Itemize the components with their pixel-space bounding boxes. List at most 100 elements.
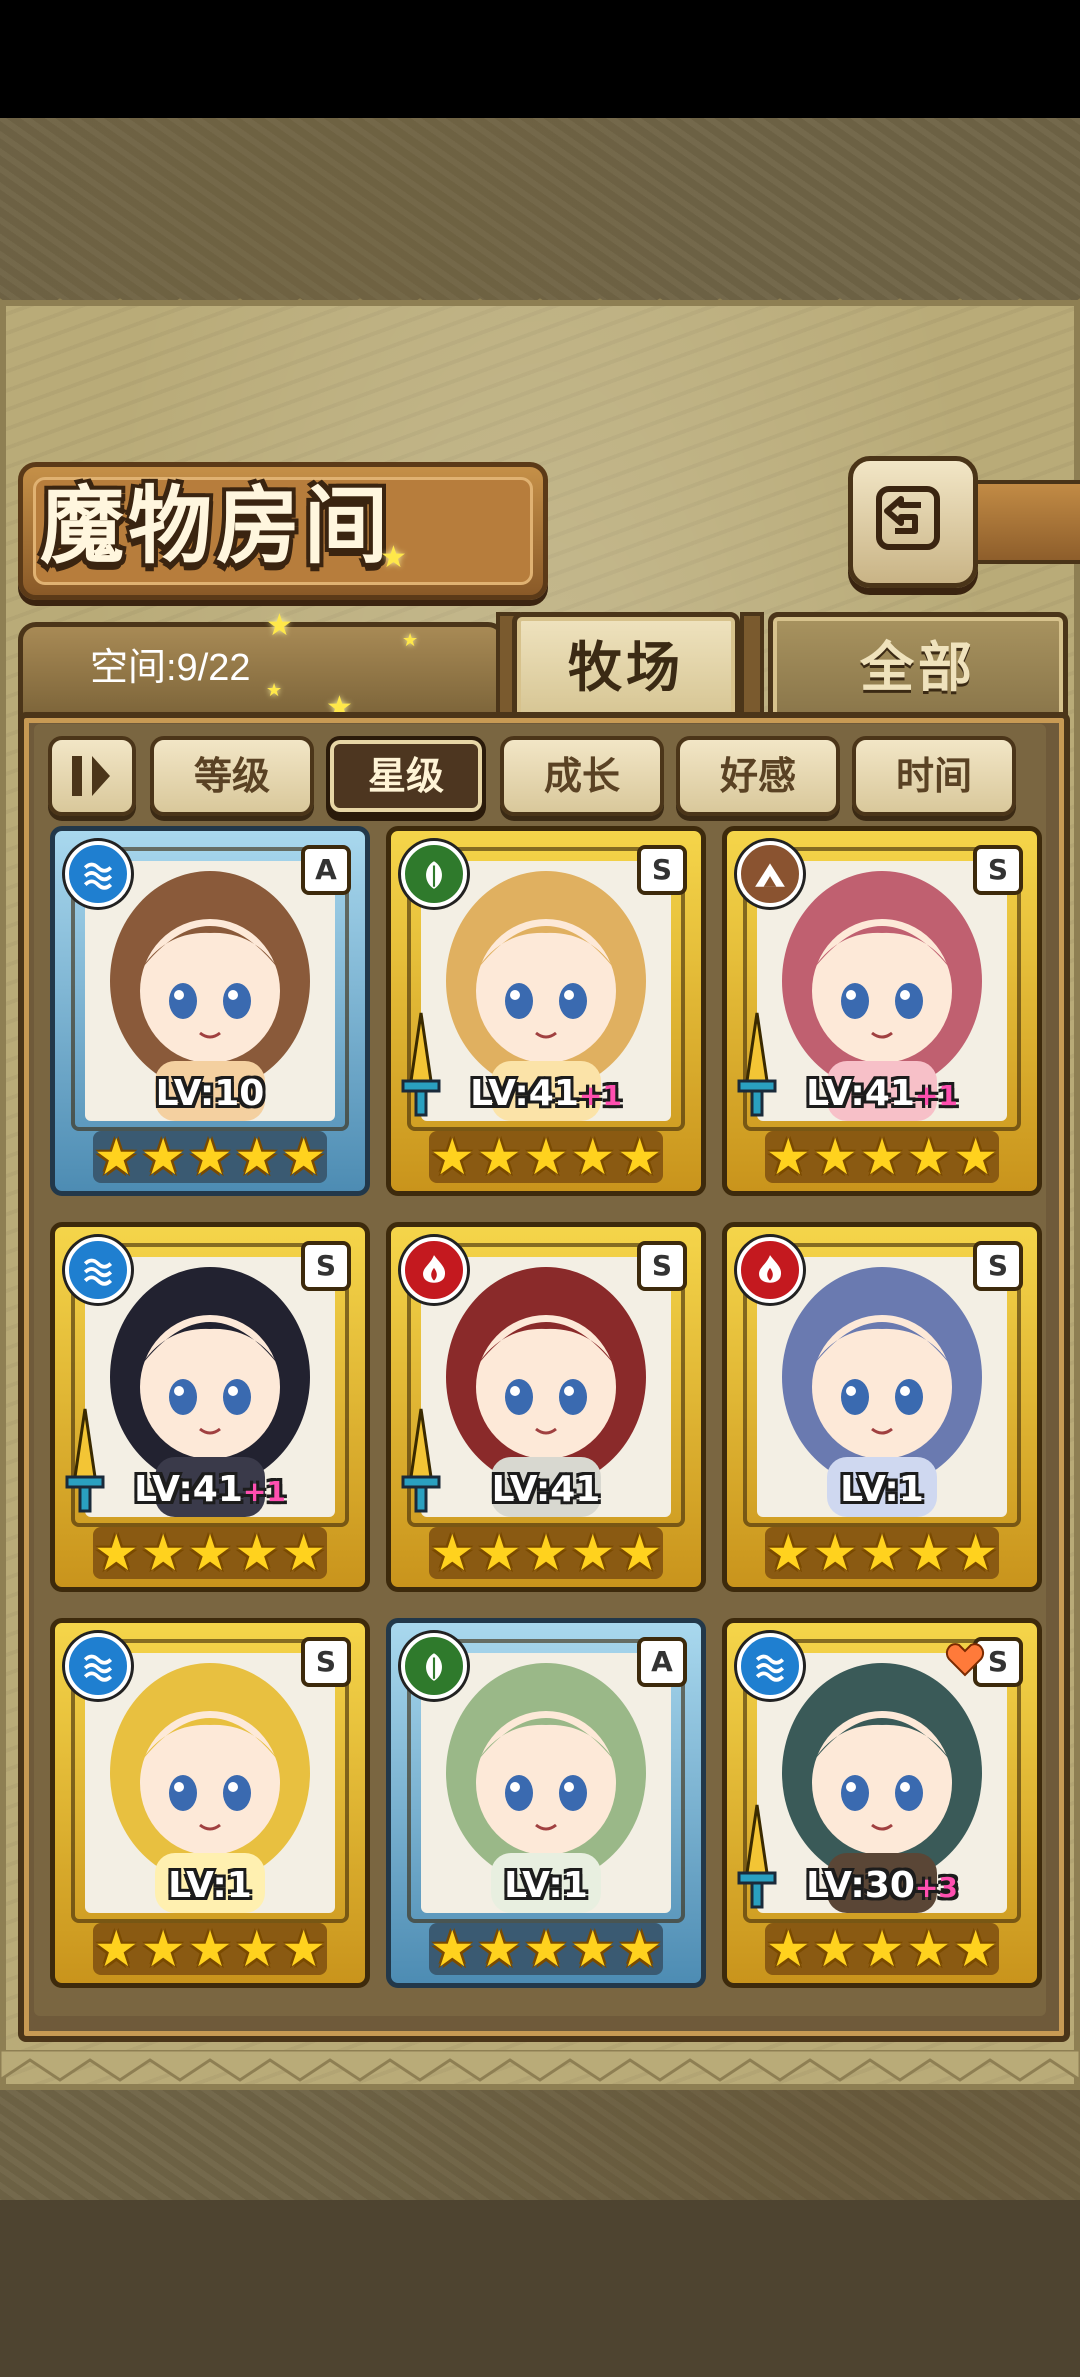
rarity-badge: A <box>301 845 351 895</box>
back-button[interactable] <box>848 456 978 588</box>
star-rating: ★ ★ ★ ★ ★ <box>765 1131 999 1183</box>
back-rail <box>968 480 1080 564</box>
star-icon: ★ <box>93 1920 139 1978</box>
level-text: LV:1 <box>504 1865 588 1906</box>
star-icon: ★ <box>765 1524 811 1582</box>
sort-button-growth[interactable]: 成长 <box>500 736 664 816</box>
star-icon: ★ <box>953 1920 999 1978</box>
monster-level: LV:41+1 <box>55 1469 365 1510</box>
star-icon: ★ <box>93 1128 139 1186</box>
star-icon: ★ <box>812 1524 858 1582</box>
star-icon: ★ <box>234 1920 280 1978</box>
star-icon: ★ <box>140 1128 186 1186</box>
monster-card[interactable]: S LV:41+1 ★ ★ ★ ★ ★ <box>50 1222 370 1592</box>
star-icon: ★ <box>476 1920 522 1978</box>
star-icon: ★ <box>953 1128 999 1186</box>
star-icon: ★ <box>93 1524 139 1582</box>
star-icon: ★ <box>953 1524 999 1582</box>
star-icon: ★ <box>429 1128 475 1186</box>
star-icon: ★ <box>281 1920 327 1978</box>
status-bar <box>0 0 1080 118</box>
star-icon: ★ <box>523 1128 569 1186</box>
monster-card[interactable]: S LV:41+1 ★ ★ ★ ★ ★ <box>722 826 1042 1196</box>
rarity-badge: S <box>301 1241 351 1291</box>
return-arrow-icon <box>876 486 940 550</box>
star-icon: ★ <box>812 1128 858 1186</box>
star-icon: ★ <box>906 1920 952 1978</box>
star-rating: ★ ★ ★ ★ ★ <box>765 1527 999 1579</box>
star-icon: ★ <box>570 1920 616 1978</box>
level-bonus: +1 <box>914 1079 958 1112</box>
sort-order-icon <box>72 756 110 796</box>
star-rating: ★ ★ ★ ★ ★ <box>429 1527 663 1579</box>
monster-card[interactable]: S LV:30+3 ★ ★ ★ ★ ★ <box>722 1618 1042 1988</box>
sort-button-time[interactable]: 时间 <box>852 736 1016 816</box>
star-icon: ★ <box>617 1128 663 1186</box>
star-icon: ★ <box>523 1920 569 1978</box>
level-text: LV:41 <box>134 1469 243 1510</box>
leaf-icon <box>401 1633 467 1699</box>
star-icon: ★ <box>859 1128 905 1186</box>
monster-level: LV:1 <box>727 1469 1037 1510</box>
rarity-badge: S <box>301 1637 351 1687</box>
monster-level: LV:41+1 <box>727 1073 1037 1114</box>
map-bottom-band <box>0 2200 1080 2377</box>
rarity-badge: S <box>973 845 1023 895</box>
parchment-bottom-edge <box>0 2050 1080 2082</box>
star-icon: ★ <box>523 1524 569 1582</box>
heart-icon <box>945 1641 985 1677</box>
leaf-icon <box>401 841 467 907</box>
monster-level: LV:41+1 <box>391 1073 701 1114</box>
star-icon: ★ <box>281 1524 327 1582</box>
level-text: LV:41 <box>470 1073 579 1114</box>
star-icon: ★ <box>859 1920 905 1978</box>
sort-button-stars[interactable]: 星级 <box>326 736 486 816</box>
star-icon: ★ <box>140 1524 186 1582</box>
tab-all[interactable]: 全部 <box>768 612 1068 722</box>
monster-card[interactable]: S LV:41+1 ★ ★ ★ ★ ★ <box>386 826 706 1196</box>
monster-card[interactable]: A LV:10 ★ ★ ★ ★ ★ <box>50 826 370 1196</box>
star-icon: ★ <box>859 1524 905 1582</box>
sort-order-toggle[interactable] <box>48 736 136 816</box>
monster-card[interactable]: S LV:41 ★ ★ ★ ★ ★ <box>386 1222 706 1592</box>
monster-card[interactable]: S LV:1 ★ ★ ★ ★ ★ <box>722 1222 1042 1592</box>
star-icon: ★ <box>906 1524 952 1582</box>
star-rating: ★ ★ ★ ★ ★ <box>429 1923 663 1975</box>
level-bonus: +1 <box>578 1079 622 1112</box>
star-icon: ★ <box>906 1128 952 1186</box>
star-icon: ★ <box>476 1524 522 1582</box>
star-icon: ★ <box>187 1920 233 1978</box>
sparkle-star-icon: ★ <box>380 540 407 575</box>
star-rating: ★ ★ ★ ★ ★ <box>765 1923 999 1975</box>
sort-button-level[interactable]: 等级 <box>150 736 314 816</box>
star-icon: ★ <box>617 1524 663 1582</box>
mountain-icon <box>737 841 803 907</box>
level-text: LV:10 <box>155 1073 265 1114</box>
sparkle-star-icon: ★ <box>266 608 293 643</box>
monster-card[interactable]: S LV:1 ★ ★ ★ ★ ★ <box>50 1618 370 1988</box>
water-icon <box>65 1633 131 1699</box>
tab-ranch[interactable]: 牧场 <box>512 612 740 722</box>
rarity-badge: S <box>973 1241 1023 1291</box>
rarity-badge: S <box>637 845 687 895</box>
fire-icon <box>737 1237 803 1303</box>
star-icon: ★ <box>234 1128 280 1186</box>
water-icon <box>65 1237 131 1303</box>
monster-card[interactable]: A LV:1 ★ ★ ★ ★ ★ <box>386 1618 706 1988</box>
monster-level: LV:1 <box>55 1865 365 1906</box>
water-icon <box>65 841 131 907</box>
space-capacity-label: 空间:9/22 <box>90 647 251 689</box>
star-icon: ★ <box>281 1128 327 1186</box>
monster-level: LV:41 <box>391 1469 701 1510</box>
water-icon <box>737 1633 803 1699</box>
monster-level: LV:1 <box>391 1865 701 1906</box>
star-icon: ★ <box>476 1128 522 1186</box>
star-rating: ★ ★ ★ ★ ★ <box>93 1923 327 1975</box>
level-text: LV:1 <box>168 1865 252 1906</box>
sort-button-affection[interactable]: 好感 <box>676 736 840 816</box>
tab-all-label: 全部 <box>860 635 976 699</box>
star-icon: ★ <box>617 1920 663 1978</box>
star-icon: ★ <box>140 1920 186 1978</box>
monster-level: LV:30+3 <box>727 1865 1037 1906</box>
star-icon: ★ <box>765 1128 811 1186</box>
